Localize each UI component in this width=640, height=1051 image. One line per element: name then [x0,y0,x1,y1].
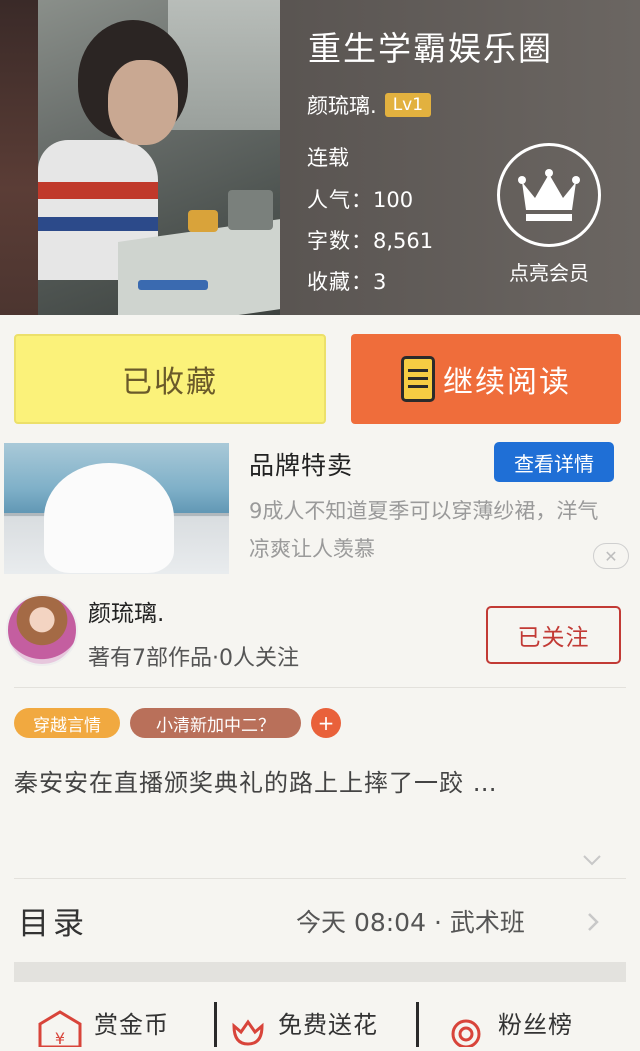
author-name[interactable]: 颜琉璃. [307,90,377,120]
synopsis[interactable]: 秦安安在直播颁奖典礼的路上上摔了一跤 … [14,762,624,804]
chevron-down-icon[interactable] [582,850,602,870]
tag-item[interactable]: 穿越言情 [14,708,120,738]
avatar[interactable] [6,594,78,666]
close-icon[interactable]: ✕ [593,543,629,569]
fan-ranking-label[interactable]: 粉丝榜 [498,1005,573,1040]
ad-image[interactable] [4,443,229,574]
collected-button[interactable]: 已收藏 [14,334,326,424]
vip-button[interactable] [497,143,601,247]
favorites-value: 3 [373,270,387,294]
reward-coins-label[interactable]: 赏金币 [94,1005,169,1040]
continue-reading-label: 继续阅读 [443,365,571,400]
author-card-name[interactable]: 颜琉璃. [88,594,164,628]
book-icon [401,356,435,402]
add-tag-button[interactable]: + [311,708,341,738]
coin-envelope-icon: ¥ [38,1010,82,1049]
popularity-stat: 人气：100 [307,184,413,214]
vip-label[interactable]: 点亮会员 [497,257,601,286]
book-cover[interactable] [38,0,280,315]
catalog-label[interactable]: 目录 [18,898,88,943]
ad-description[interactable]: 9成人不知道夏季可以穿薄纱裙，洋气凉爽让人羡慕 [249,492,619,568]
popularity-label: 人气： [307,188,373,212]
divider [14,687,626,688]
favorites-stat: 收藏：3 [307,266,386,296]
chevron-right-icon[interactable] [586,911,600,933]
ad-title[interactable]: 品牌特卖 [249,446,353,482]
send-flower-button[interactable] [228,1000,268,1047]
level-badge: Lv1 [384,93,432,117]
divider [416,1002,419,1047]
reward-coins-button[interactable]: ¥ [36,1000,84,1049]
words-label: 字数： [307,229,373,253]
word-count-stat: 字数：8,561 [307,225,433,255]
flower-icon [232,1019,264,1046]
divider [14,878,626,879]
words-value: 8,561 [373,229,434,253]
author-row[interactable]: 颜琉璃. Lv1 [307,90,432,120]
crown-icon [518,169,580,221]
catalog-latest-update[interactable]: 今天 08:04 · 武术班 [296,903,525,939]
send-flower-label[interactable]: 免费送花 [278,1005,378,1040]
tag-item[interactable]: 小清新加中二？ [130,708,301,738]
header-blur-strip [0,0,38,315]
section-separator [14,962,626,982]
svg-text:¥: ¥ [55,1029,65,1047]
fan-ranking-button[interactable] [446,1000,486,1049]
continue-reading-button[interactable]: 继续阅读 [351,334,621,424]
book-title: 重生学霸娱乐圈 [308,29,553,68]
author-card-info: 著有7部作品·0人关注 [88,646,299,671]
view-details-button[interactable]: 查看详情 [494,442,614,482]
follow-button[interactable]: 已关注 [486,606,621,664]
favorites-label: 收藏： [307,270,373,294]
book-header: 重生学霸娱乐圈 颜琉璃. Lv1 连载 人气：100 字数：8,561 收藏：3… [0,0,640,315]
popularity-value: 100 [373,188,414,212]
medal-icon [451,1019,481,1049]
divider [214,1002,217,1047]
serial-status: 连载 [307,146,349,170]
